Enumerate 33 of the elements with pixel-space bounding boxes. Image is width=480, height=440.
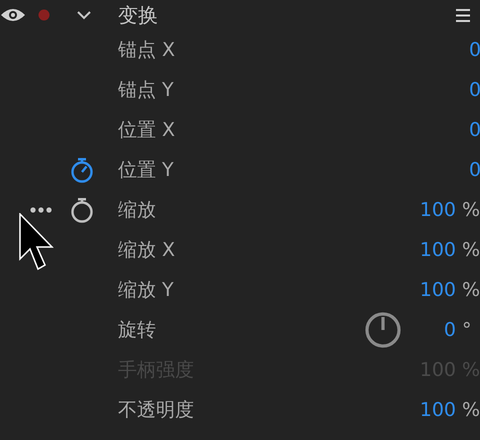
property-value[interactable]: 0 bbox=[456, 159, 480, 181]
unit-label: % bbox=[461, 399, 480, 421]
effect-title: 变换 bbox=[118, 2, 159, 28]
property-value[interactable]: 0 bbox=[456, 39, 480, 61]
property-label: 缩放 X bbox=[118, 238, 176, 263]
unit-label: % bbox=[461, 279, 480, 301]
property-label: 位置 Y bbox=[118, 158, 174, 183]
eye-icon[interactable] bbox=[0, 7, 26, 23]
property-label: 位置 X bbox=[118, 118, 176, 143]
property-value[interactable]: 0 bbox=[456, 119, 480, 141]
property-label: 缩放 bbox=[118, 198, 156, 223]
property-value[interactable]: 100 bbox=[420, 239, 456, 261]
property-label: 不透明度 bbox=[118, 398, 194, 423]
unit-label: % bbox=[461, 359, 480, 381]
property-value[interactable]: 100 bbox=[420, 399, 456, 421]
property-value[interactable]: 100 bbox=[420, 199, 456, 221]
property-label: 锚点 Y bbox=[118, 78, 174, 103]
property-label: 缩放 Y bbox=[118, 278, 174, 303]
rotation-dial-icon[interactable] bbox=[364, 311, 402, 349]
more-icon[interactable] bbox=[30, 207, 52, 213]
property-label: 锚点 X bbox=[118, 38, 176, 63]
property-label: 旋转 bbox=[118, 318, 156, 343]
stopwatch-icon[interactable] bbox=[70, 197, 94, 223]
unit-label: % bbox=[461, 199, 480, 221]
chevron-icon[interactable] bbox=[76, 10, 92, 20]
unit-label: % bbox=[461, 239, 480, 261]
record-dot-icon bbox=[38, 9, 50, 21]
stopwatch-icon[interactable] bbox=[70, 157, 94, 183]
property-value[interactable]: 0 bbox=[456, 79, 480, 101]
property-value[interactable]: 100 bbox=[420, 279, 456, 301]
menu-icon[interactable] bbox=[456, 8, 470, 22]
unit-label: ° bbox=[461, 319, 472, 341]
property-value[interactable]: 0 bbox=[444, 319, 456, 341]
